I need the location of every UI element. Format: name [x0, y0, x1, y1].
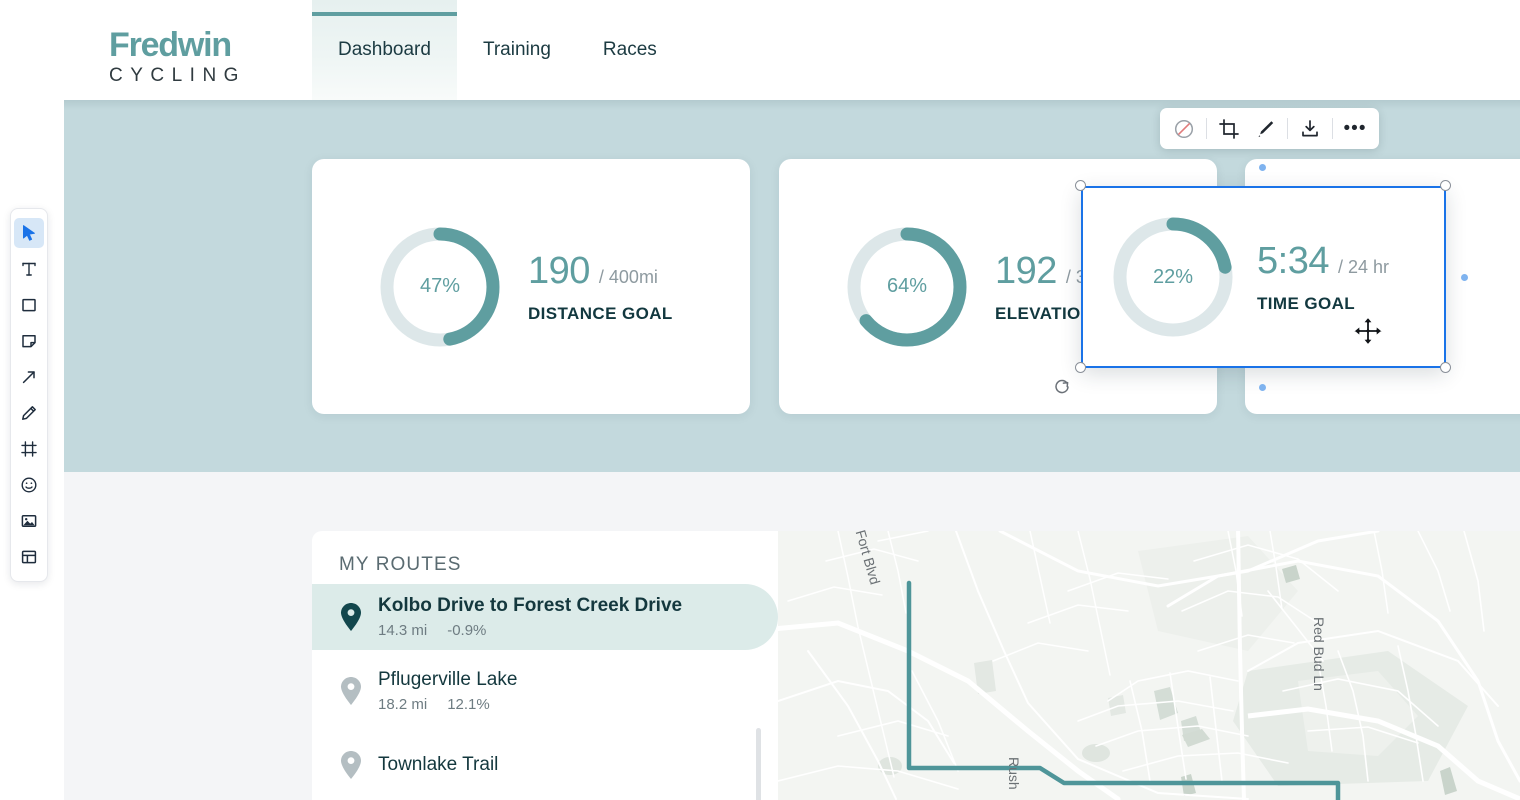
tool-rail	[10, 208, 48, 582]
my-routes-panel: MY ROUTES Kolbo Drive to Forest Creek Dr…	[312, 531, 778, 800]
distance-suffix: / 400mi	[598, 266, 658, 287]
emoji-tool[interactable]	[14, 470, 44, 500]
distance-donut-chart: 47%	[380, 227, 500, 347]
shape-tool[interactable]	[14, 290, 44, 320]
pen-tool[interactable]	[14, 398, 44, 428]
map-street-label-red-bud-ln: Red Bud Ln	[1311, 617, 1327, 691]
route-details: Kolbo Drive to Forest Creek Drive 14.3 m…	[378, 595, 682, 639]
top-navigation-bar: Fredwin CYCLING Dashboard Training Races	[0, 0, 1520, 100]
download-icon[interactable]	[1296, 115, 1324, 143]
rotate-icon[interactable]	[1053, 378, 1071, 401]
route-map[interactable]	[778, 531, 1520, 800]
time-goal-card[interactable]: 22% 5:34 / 24 hr TIME GOAL	[1081, 186, 1446, 368]
distance-value: 190	[528, 249, 590, 292]
toolbar-divider	[1332, 118, 1333, 139]
ellipsis-icon[interactable]: •••	[1341, 115, 1369, 143]
route-distance: 14.3 mi	[378, 622, 428, 639]
nav-tab-dashboard-label: Dashboard	[338, 39, 431, 60]
selection-handle-bottom-right[interactable]	[1440, 362, 1451, 373]
distance-goal-label: DISTANCE GOAL	[528, 303, 673, 323]
my-routes-title: MY ROUTES	[339, 554, 462, 575]
brand-logo[interactable]: Fredwin CYCLING	[109, 28, 246, 88]
brand-name: Fredwin	[109, 26, 232, 64]
route-meta: 18.2 mi 12.1%	[378, 696, 517, 713]
nav-tabs: Dashboard Training Races	[312, 0, 683, 100]
crop-icon[interactable]	[1215, 115, 1243, 143]
selection-handle-top-left[interactable]	[1075, 180, 1086, 191]
distance-stat-text: 190 / 400mi DISTANCE GOAL	[528, 250, 673, 324]
nav-tab-training[interactable]: Training	[457, 0, 577, 100]
time-value: 5:34	[1257, 240, 1329, 282]
frame-tool[interactable]	[14, 434, 44, 464]
marker-pen-icon[interactable]	[1251, 115, 1279, 143]
text-tool[interactable]	[14, 254, 44, 284]
nav-tab-races[interactable]: Races	[577, 0, 683, 100]
route-list-item[interactable]: Pflugerville Lake 18.2 mi 12.1%	[312, 658, 778, 724]
template-tool[interactable]	[14, 542, 44, 572]
route-list-item[interactable]: Townlake Trail	[312, 732, 778, 798]
selection-handle-bottom-left[interactable]	[1075, 362, 1086, 373]
map-pin-icon	[339, 750, 363, 780]
map-pin-icon	[339, 602, 363, 632]
time-goal-label: TIME GOAL	[1257, 294, 1356, 313]
sticky-note-tool[interactable]	[14, 326, 44, 356]
image-tool[interactable]	[14, 506, 44, 536]
distance-goal-card[interactable]: 47% 190 / 400mi DISTANCE GOAL	[312, 159, 750, 414]
toolbar-divider	[1206, 118, 1207, 139]
nav-tab-dashboard[interactable]: Dashboard	[312, 0, 457, 100]
context-toolbar: •••	[1160, 108, 1379, 149]
map-pin-icon	[339, 676, 363, 706]
elevation-donut-chart: 64%	[847, 227, 967, 347]
select-tool[interactable]	[14, 218, 44, 248]
distance-percent: 47%	[419, 275, 461, 297]
toolbar-divider	[1287, 118, 1288, 139]
elevation-goal-label: ELEVATIO	[995, 303, 1081, 323]
elevation-value: 192	[995, 249, 1057, 292]
canvas-root: Fredwin CYCLING Dashboard Training Races…	[0, 0, 1520, 800]
route-details: Pflugerville Lake 18.2 mi 12.1%	[378, 669, 517, 713]
time-suffix: / 24 hr	[1337, 257, 1389, 277]
move-cursor	[1352, 315, 1384, 352]
route-grade: 12.1%	[447, 696, 490, 713]
snap-indicator-dot	[1461, 274, 1468, 281]
nav-tab-races-label: Races	[602, 39, 657, 60]
route-meta: 14.3 mi -0.9%	[378, 622, 682, 639]
arrow-tool[interactable]	[14, 362, 44, 392]
ellipsis-glyph: •••	[1343, 117, 1367, 139]
route-name: Townlake Trail	[378, 754, 499, 775]
map-street-label-rush: Rush	[1006, 757, 1022, 790]
time-stat-text: 5:34 / 24 hr TIME GOAL	[1257, 240, 1389, 314]
snap-indicator-dot	[1259, 384, 1266, 391]
ban-icon[interactable]	[1170, 115, 1198, 143]
time-donut-chart: 22%	[1113, 217, 1233, 337]
snap-indicator-dot	[1259, 164, 1266, 171]
nav-tab-training-label: Training	[482, 39, 551, 60]
selection-handle-top-right[interactable]	[1440, 180, 1451, 191]
route-list-item[interactable]: Kolbo Drive to Forest Creek Drive 14.3 m…	[312, 584, 778, 650]
route-grade: -0.9%	[447, 622, 487, 639]
elevation-stat-text: 192 / 3 ELEVATIO	[995, 250, 1086, 324]
route-name: Pflugerville Lake	[378, 669, 518, 690]
time-percent: 22%	[1152, 265, 1194, 288]
elevation-percent: 64%	[886, 275, 928, 297]
route-name: Kolbo Drive to Forest Creek Drive	[378, 595, 683, 616]
route-details: Townlake Trail	[378, 754, 498, 776]
route-distance: 18.2 mi	[378, 696, 428, 713]
brand-tagline: CYCLING	[109, 65, 246, 86]
routes-scrollbar[interactable]	[756, 728, 761, 800]
